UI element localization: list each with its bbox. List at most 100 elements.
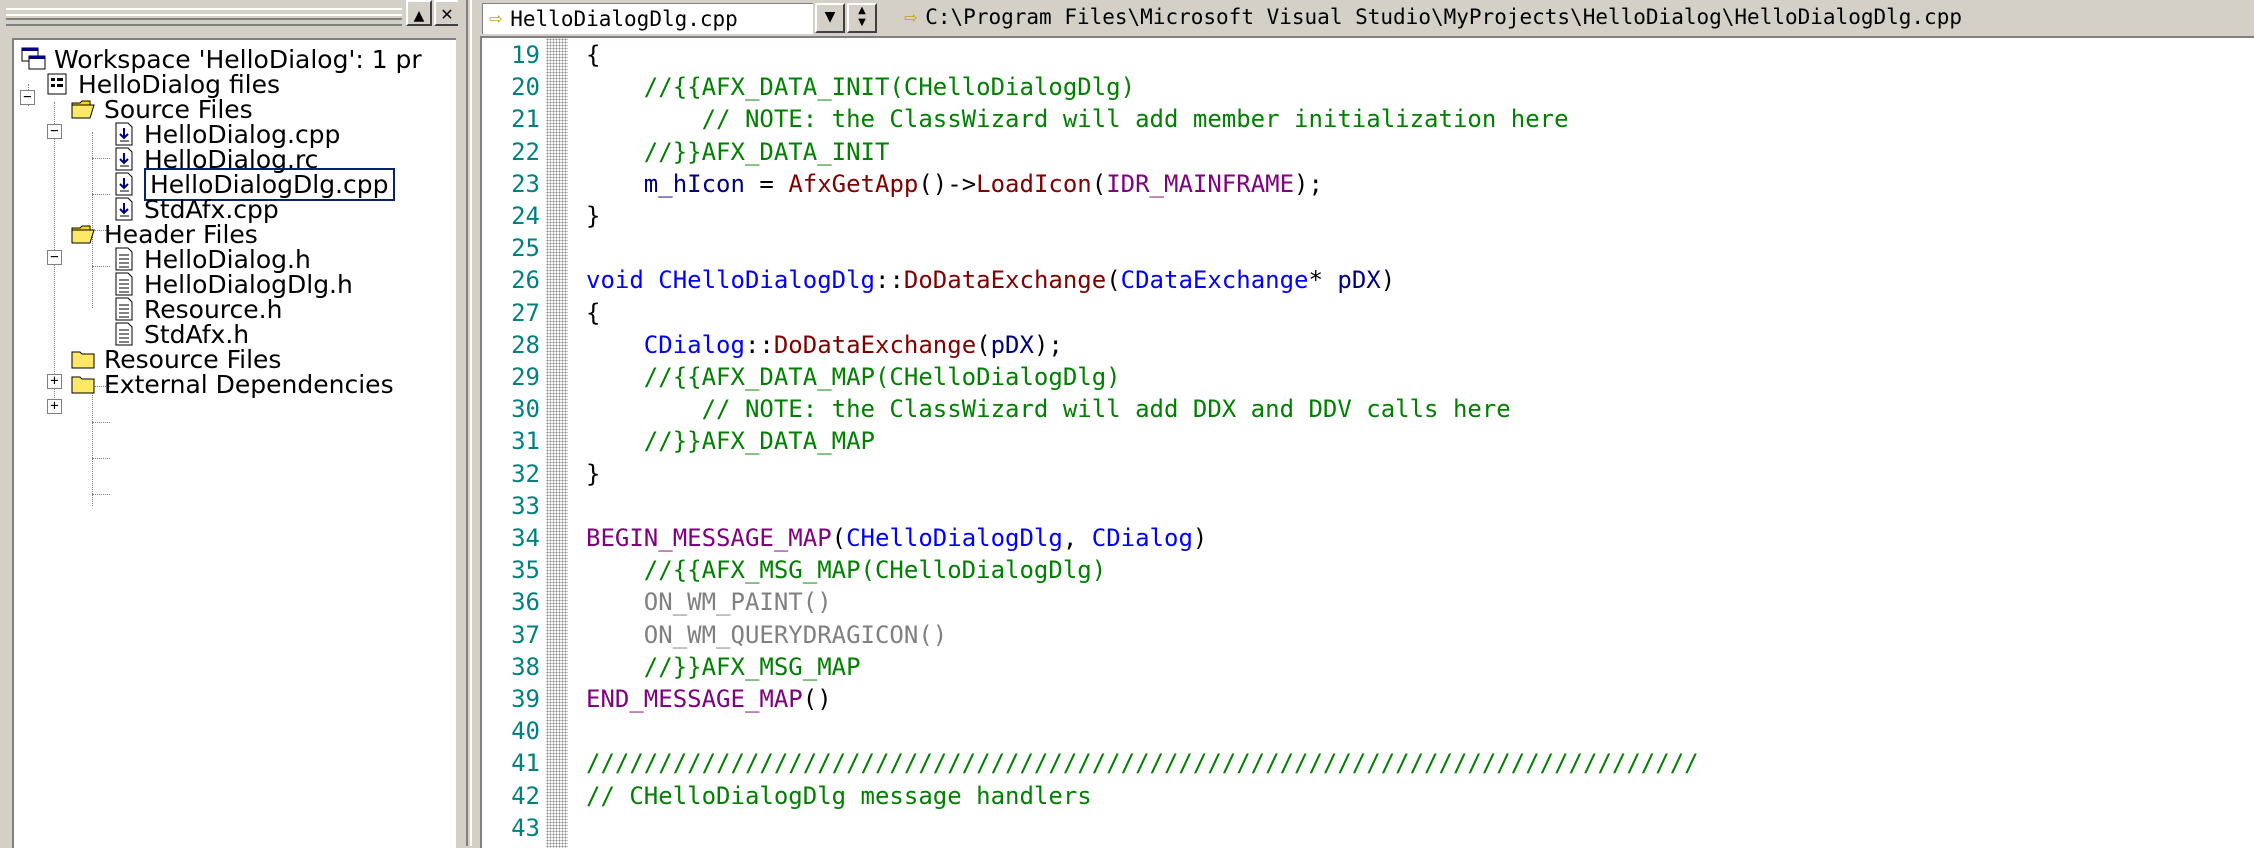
spin-arrows-icon: ▲ ▼ [858,5,866,28]
line-number: 35 [511,556,540,584]
code-line[interactable]: // NOTE: the ClassWizard will add DDX an… [586,393,1511,425]
collapse-toggle[interactable]: − [47,124,62,139]
code-line[interactable]: { [586,297,600,329]
line-number: 32 [511,460,540,488]
tree-line [92,194,110,195]
collapse-toggle[interactable]: − [47,250,62,265]
code-token: :: [744,331,774,359]
file-tree[interactable]: Workspace 'HelloDialog': 1 pr − HelloDia… [12,38,456,848]
tree-label: External Dependencies [104,369,394,399]
line-number: 37 [511,621,540,649]
code-token: pDX [1337,266,1381,294]
code-token: AfxGetApp [788,170,919,198]
code-token: pDX [990,331,1034,359]
line-number: 34 [511,524,540,552]
editor-toolbar: ⇨ HelloDialogDlg.cpp ▼ ▲ ▼ ⇨ C:\Program F… [480,0,2254,36]
code-line[interactable]: ////////////////////////////////////////… [586,747,1699,779]
code-token: * [1308,266,1338,294]
panel-close-button[interactable]: ✕ [434,0,460,26]
code-line[interactable]: m_hIcon = AfxGetApp()->LoadIcon(IDR_MAIN… [586,168,1323,200]
arrow-right-icon: ⇨ [904,4,918,30]
tree-line [92,494,110,495]
code-token: m_hIcon [586,170,745,198]
code-token: END_MESSAGE_MAP [586,685,803,713]
line-number: 29 [511,363,540,391]
code-line[interactable]: //{{AFX_DATA_MAP(CHelloDialogDlg) [586,361,1121,393]
code-token: DoDataExchange [773,331,977,359]
tree-line [92,158,110,159]
code-token: ( [976,331,991,359]
code-line[interactable]: } [586,200,600,232]
code-line[interactable]: // NOTE: the ClassWizard will add member… [586,103,1569,135]
code-line[interactable]: CDialog::DoDataExchange(pDX); [586,329,1063,361]
code-token: CHelloDialogDlg [658,266,875,294]
line-number: 27 [511,299,540,327]
line-number-gutter: 19 20 21 22 23 24 25 26 27 28 29 30 31 32 33 34 35 36 37 38… [482,38,546,848]
code-token: ()-> [918,170,977,198]
code-line[interactable]: { [586,39,600,71]
project-icon [47,73,67,95]
code-token: DoDataExchange [903,266,1107,294]
arrow-right-icon: ⇨ [489,6,503,31]
code-line[interactable]: BEGIN_MESSAGE_MAP(CHelloDialogDlg, CDial… [586,522,1207,554]
code-line[interactable]: void CHelloDialogDlg::DoDataExchange(CDa… [586,264,1395,296]
code-line[interactable]: ON_WM_PAINT() [586,586,832,618]
code-token: //}}AFX_DATA_MAP [586,427,875,455]
code-line[interactable]: //{{AFX_DATA_INIT(CHelloDialogDlg) [586,71,1135,103]
file-combo-text[interactable]: ⇨ HelloDialogDlg.cpp [482,2,813,34]
code-line[interactable]: END_MESSAGE_MAP() [586,683,832,715]
line-number: 39 [511,685,540,713]
line-number: 43 [511,814,540,842]
code-line[interactable]: //}}AFX_DATA_MAP [586,425,875,457]
line-number: 26 [511,266,540,294]
close-icon: ✕ [440,5,454,24]
code-line[interactable]: } [586,458,600,490]
line-number: 33 [511,492,540,520]
line-number: 42 [511,782,540,810]
expand-toggle[interactable]: + [47,374,62,389]
panel-splitter[interactable] [458,0,480,846]
line-number: 25 [511,234,540,262]
code-editor[interactable]: 19 20 21 22 23 24 25 26 27 28 29 30 31 32 33 34 35 36 37 38… [480,36,2254,848]
tree-line [92,422,110,423]
line-number: 28 [511,331,540,359]
collapse-toggle[interactable]: − [20,90,35,105]
code-token: CDialog [643,331,745,359]
expand-toggle[interactable]: + [47,399,62,414]
code-token: ) [1380,266,1396,294]
combo-dropdown-button[interactable]: ▼ [815,3,845,33]
code-token: CDialog [1091,524,1193,552]
code-line[interactable]: //{{AFX_MSG_MAP(CHelloDialogDlg) [586,554,1106,586]
code-token: ); [1033,331,1063,359]
code-token: //}}AFX_DATA_INIT [586,138,890,166]
code-token: // CHelloDialogDlg message handlers [586,782,1092,810]
combo-spin-button[interactable]: ▲ ▼ [847,3,877,33]
code-line[interactable]: //}}AFX_MSG_MAP [586,651,861,683]
code-line[interactable]: // CHelloDialogDlg message handlers [586,780,1092,812]
code-token: ( [1106,266,1121,294]
code-token: () [802,685,832,713]
code-area[interactable]: { //{{AFX_DATA_INIT(CHelloDialogDlg) // … [586,38,2254,848]
code-token: ( [1091,170,1107,198]
code-token: ON_WM_PAINT() [586,588,832,616]
tree-folder-external-dependencies[interactable]: External Dependencies [70,367,394,401]
panel-minimize-button[interactable]: ▲ [406,0,432,26]
folder-icon [71,376,95,394]
line-number: 19 [511,41,540,69]
panel-gripper[interactable] [6,8,402,26]
line-number: 22 [511,138,540,166]
line-number: 38 [511,653,540,681]
open-folder-icon [71,100,95,119]
code-token: // NOTE: the ClassWizard will add DDX an… [586,395,1511,423]
code-line[interactable]: //}}AFX_DATA_INIT [586,136,890,168]
tree-line [92,266,110,267]
code-token: IDR_MAINFRAME [1106,170,1295,198]
open-folder-icon [71,225,95,244]
code-token: CHelloDialogDlg [846,524,1063,552]
line-number: 40 [511,717,540,745]
code-line[interactable]: ON_WM_QUERYDRAGICON() [586,619,947,651]
selection-margin[interactable] [546,38,568,848]
workspace-panel: ▲ ✕ Workspace 'HelloDialog': 1 pr − Hell… [0,0,464,848]
